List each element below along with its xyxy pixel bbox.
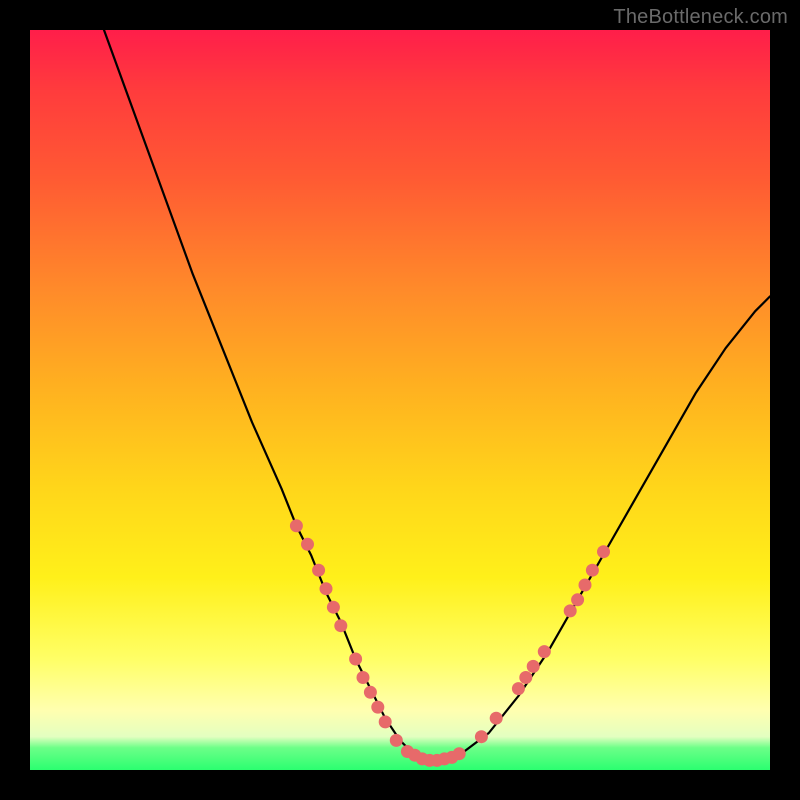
marker-dot: [364, 686, 377, 699]
marker-dot: [334, 619, 347, 632]
marker-dot: [571, 593, 584, 606]
chart-svg: [30, 30, 770, 770]
marker-dot: [538, 645, 551, 658]
watermark-text: TheBottleneck.com: [613, 6, 788, 29]
marker-dot: [597, 545, 610, 558]
marker-dot: [320, 582, 333, 595]
marker-dot: [586, 564, 599, 577]
marker-dot: [579, 579, 592, 592]
marker-dot: [527, 660, 540, 673]
marker-dot: [490, 712, 503, 725]
marker-dot: [453, 747, 466, 760]
marker-dot: [390, 734, 403, 747]
marker-dot: [371, 701, 384, 714]
marker-dot: [357, 671, 370, 684]
chart-frame: TheBottleneck.com: [0, 0, 800, 800]
marker-dot: [475, 730, 488, 743]
highlight-markers: [290, 519, 610, 767]
marker-dot: [301, 538, 314, 551]
marker-dot: [312, 564, 325, 577]
plot-area: [30, 30, 770, 770]
marker-dot: [379, 715, 392, 728]
marker-dot: [349, 653, 362, 666]
marker-dot: [519, 671, 532, 684]
bottleneck-curve: [104, 30, 770, 763]
marker-dot: [327, 601, 340, 614]
marker-dot: [512, 682, 525, 695]
marker-dot: [564, 604, 577, 617]
marker-dot: [290, 519, 303, 532]
